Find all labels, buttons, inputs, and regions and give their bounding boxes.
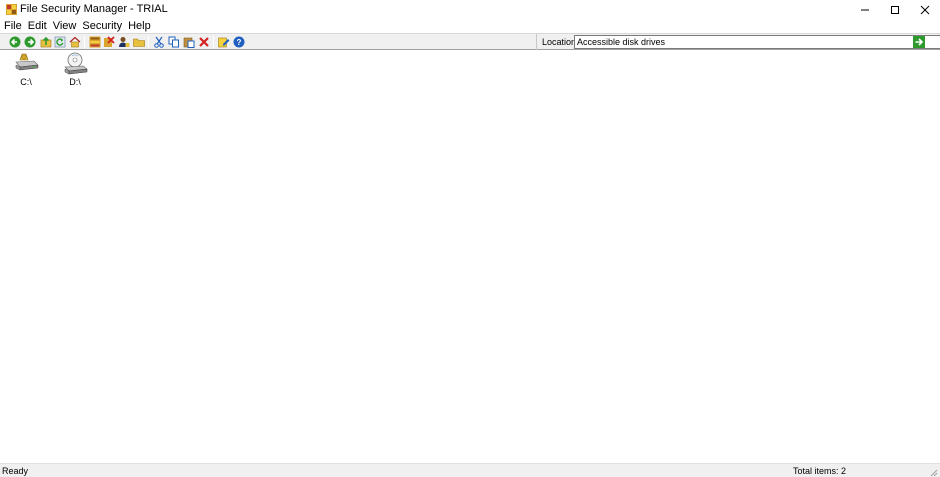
- home-icon[interactable]: [69, 36, 81, 48]
- delete-icon[interactable]: [198, 36, 210, 48]
- menu-edit[interactable]: Edit: [25, 19, 50, 33]
- minimize-icon: [861, 9, 869, 10]
- back-icon[interactable]: [9, 36, 21, 48]
- menu-bar: File Edit View Security Help: [0, 19, 940, 33]
- maximize-button[interactable]: [880, 0, 910, 19]
- location-input[interactable]: [574, 35, 940, 49]
- drive-label: D:\: [69, 77, 81, 87]
- cd-drive-icon: [64, 52, 88, 75]
- hard-drive-icon: [15, 53, 39, 71]
- close-icon: [920, 5, 930, 14]
- toolbar-separator: [213, 36, 214, 48]
- go-icon[interactable]: [913, 36, 925, 48]
- user-icon[interactable]: [118, 36, 130, 48]
- properties-icon[interactable]: [89, 36, 101, 48]
- remove-permissions-icon[interactable]: [103, 36, 115, 48]
- close-button[interactable]: [910, 0, 940, 19]
- app-icon: [6, 4, 17, 15]
- edit-icon[interactable]: [218, 36, 230, 48]
- menu-file[interactable]: File: [0, 19, 25, 33]
- maximize-icon: [891, 5, 899, 14]
- copy-icon[interactable]: [168, 36, 180, 48]
- menu-help[interactable]: Help: [125, 19, 154, 33]
- drive-item-d[interactable]: D:\: [50, 52, 100, 92]
- minimize-button[interactable]: [850, 0, 880, 19]
- toolbar-separator: [84, 36, 85, 48]
- status-text: Ready: [2, 466, 29, 476]
- drive-item-c[interactable]: C:\: [1, 52, 51, 92]
- location-bar: Location:: [536, 34, 940, 50]
- menu-security[interactable]: Security: [79, 19, 125, 33]
- resize-grip-icon[interactable]: [928, 467, 938, 477]
- status-bar: Ready Total items: 2: [0, 463, 940, 477]
- cut-icon[interactable]: [153, 36, 165, 48]
- toolbar-separator: [148, 36, 149, 48]
- help-icon[interactable]: ?: [233, 36, 245, 48]
- title-bar: File Security Manager - TRIAL: [0, 0, 940, 19]
- forward-icon[interactable]: [24, 36, 36, 48]
- menu-view[interactable]: View: [50, 19, 80, 33]
- total-items-count: Total items: 2: [793, 466, 847, 476]
- drive-label: C:\: [20, 77, 32, 87]
- up-folder-icon[interactable]: [40, 36, 52, 48]
- toolbar: ? Location:: [0, 33, 940, 50]
- folder-icon[interactable]: [133, 36, 145, 48]
- refresh-icon[interactable]: [54, 36, 66, 48]
- window-title: File Security Manager - TRIAL: [20, 3, 168, 15]
- svg-text:?: ?: [237, 38, 242, 47]
- file-list-view[interactable]: C:\ D:\: [0, 50, 940, 463]
- paste-icon[interactable]: [183, 36, 195, 48]
